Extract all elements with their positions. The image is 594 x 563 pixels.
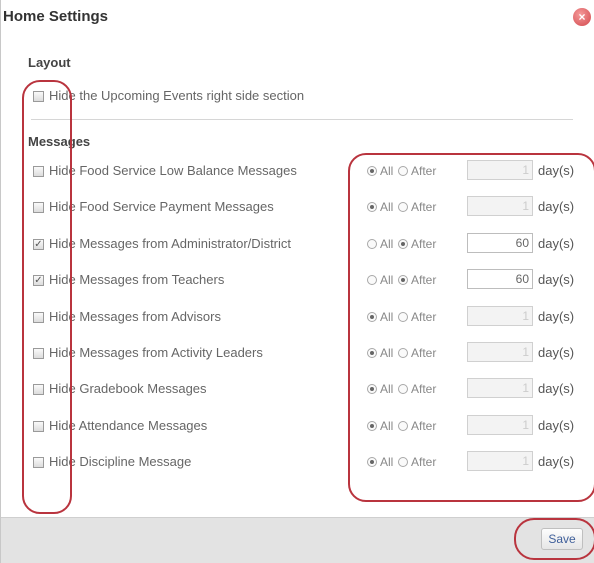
- after-radio-label: After: [411, 419, 437, 433]
- messages-heading: Messages: [28, 134, 91, 149]
- days-unit-label: day(s): [538, 381, 575, 396]
- divider: [31, 119, 573, 120]
- all-radio[interactable]: [367, 239, 377, 249]
- days-input[interactable]: 1: [467, 378, 533, 398]
- hide-message-label: Hide Food Service Low Balance Messages: [49, 163, 297, 178]
- after-radio[interactable]: [398, 384, 408, 394]
- all-radio-label: All: [380, 237, 394, 251]
- hide-message-checkbox[interactable]: [33, 166, 44, 177]
- all-radio-label: All: [380, 455, 394, 469]
- all-radio-label: All: [380, 419, 394, 433]
- all-radio[interactable]: [367, 348, 377, 358]
- days-unit-label: day(s): [538, 199, 575, 214]
- days-unit-label: day(s): [538, 418, 575, 433]
- days-unit-label: day(s): [538, 345, 575, 360]
- days-unit-label: day(s): [538, 309, 575, 324]
- days-unit-label: day(s): [538, 236, 575, 251]
- after-radio[interactable]: [398, 275, 408, 285]
- after-radio[interactable]: [398, 166, 408, 176]
- after-radio-label: After: [411, 382, 437, 396]
- hide-message-label: Hide Messages from Activity Leaders: [49, 345, 263, 360]
- hide-message-checkbox[interactable]: [33, 457, 44, 468]
- hide-message-label: Hide Messages from Administrator/Distric…: [49, 236, 292, 251]
- after-radio[interactable]: [398, 421, 408, 431]
- layout-heading: Layout: [28, 55, 71, 70]
- days-unit-label: day(s): [538, 454, 575, 469]
- hide-message-checkbox[interactable]: [33, 202, 44, 213]
- hide-message-checkbox[interactable]: [33, 348, 44, 359]
- after-radio[interactable]: [398, 312, 408, 322]
- hide-upcoming-events-checkbox[interactable]: [33, 91, 44, 102]
- hide-message-label: Hide Gradebook Messages: [49, 381, 207, 396]
- days-input[interactable]: 1: [467, 451, 533, 471]
- after-radio-label: After: [411, 346, 437, 360]
- all-radio-label: All: [380, 273, 394, 287]
- days-input[interactable]: 60: [467, 269, 533, 289]
- after-radio[interactable]: [398, 202, 408, 212]
- all-radio[interactable]: [367, 166, 377, 176]
- all-radio[interactable]: [367, 457, 377, 467]
- hide-message-checkbox[interactable]: [33, 312, 44, 323]
- hide-message-checkbox[interactable]: [33, 421, 44, 432]
- days-input[interactable]: 1: [467, 415, 533, 435]
- days-input[interactable]: 1: [467, 342, 533, 362]
- after-radio[interactable]: [398, 348, 408, 358]
- after-radio[interactable]: [398, 457, 408, 467]
- close-icon[interactable]: ×: [573, 8, 591, 26]
- all-radio-label: All: [380, 200, 394, 214]
- after-radio-label: After: [411, 237, 437, 251]
- all-radio-label: All: [380, 164, 394, 178]
- after-radio-label: After: [411, 200, 437, 214]
- dialog-title: Home Settings: [3, 8, 109, 25]
- days-input[interactable]: 1: [467, 160, 533, 180]
- home-settings-dialog: Home Settings × Layout Hide the Upcoming…: [0, 0, 594, 563]
- days-input[interactable]: 1: [467, 306, 533, 326]
- all-radio-label: All: [380, 382, 394, 396]
- all-radio[interactable]: [367, 275, 377, 285]
- all-radio[interactable]: [367, 202, 377, 212]
- after-radio[interactable]: [398, 239, 408, 249]
- days-unit-label: day(s): [538, 272, 575, 287]
- dialog-footer: [1, 517, 594, 563]
- after-radio-label: After: [411, 455, 437, 469]
- save-button[interactable]: Save: [541, 528, 583, 550]
- hide-message-label: Hide Attendance Messages: [49, 418, 208, 433]
- hide-message-label: Hide Discipline Message: [49, 454, 192, 469]
- after-radio-label: After: [411, 310, 437, 324]
- hide-message-label: Hide Messages from Teachers: [49, 272, 225, 287]
- all-radio-label: All: [380, 346, 394, 360]
- days-input[interactable]: 60: [467, 233, 533, 253]
- all-radio[interactable]: [367, 312, 377, 322]
- hide-message-label: Hide Messages from Advisors: [49, 309, 221, 324]
- all-radio[interactable]: [367, 421, 377, 431]
- hide-message-label: Hide Food Service Payment Messages: [49, 199, 274, 214]
- hide-message-checkbox[interactable]: [33, 239, 44, 250]
- hide-message-checkbox[interactable]: [33, 275, 44, 286]
- days-input[interactable]: 1: [467, 196, 533, 216]
- all-radio[interactable]: [367, 384, 377, 394]
- days-unit-label: day(s): [538, 163, 575, 178]
- all-radio-label: All: [380, 310, 394, 324]
- hide-message-checkbox[interactable]: [33, 384, 44, 395]
- hide-upcoming-events-label: Hide the Upcoming Events right side sect…: [49, 88, 305, 103]
- after-radio-label: After: [411, 164, 437, 178]
- after-radio-label: After: [411, 273, 437, 287]
